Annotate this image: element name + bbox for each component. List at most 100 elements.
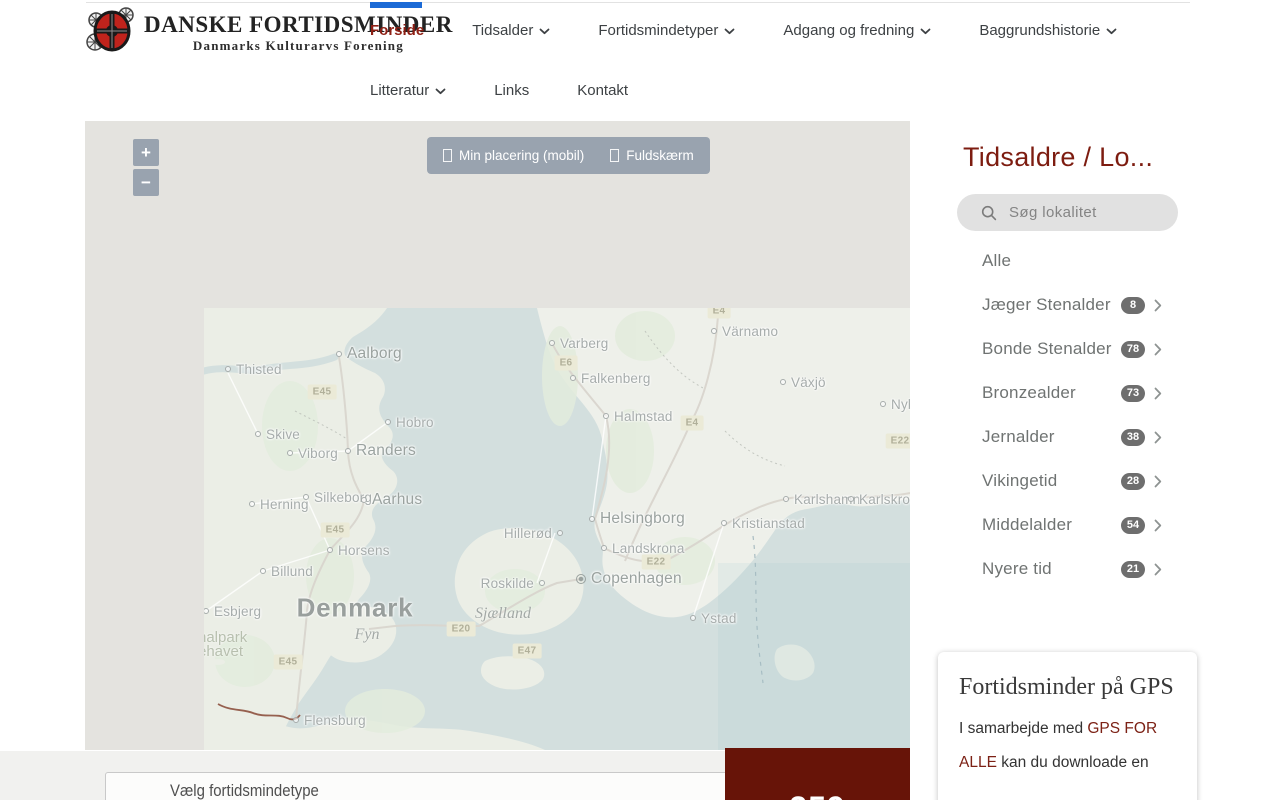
city-name: Copenhagen	[591, 570, 682, 587]
era-item-label: Jernalder	[982, 427, 1055, 446]
nav-item-links[interactable]: Links	[494, 82, 529, 99]
search-input[interactable]	[1007, 203, 1161, 222]
city-name: Karlskrona	[859, 491, 910, 507]
road-badge-e22: E22	[641, 554, 671, 570]
city-marker	[327, 547, 333, 553]
city-marker	[880, 401, 886, 407]
era-count-badge: 8	[1121, 296, 1145, 314]
map-label-randers: Randers	[345, 441, 416, 461]
city-name: Ystad	[701, 610, 737, 626]
nav-item-litteratur[interactable]: Litteratur	[370, 82, 446, 99]
my-location-label: Min placering (mobil)	[459, 148, 585, 163]
map-label-aarhus: Aarhus	[361, 490, 422, 510]
main-nav-row1: Forside Tidsalder Fortidsmindetyper Adgang …	[370, 0, 1117, 60]
nav-item-forside[interactable]: Forside	[370, 22, 424, 39]
city-name: Billund	[271, 563, 313, 579]
city-name: Randers	[356, 442, 416, 459]
nav-item-baggrundshistorie[interactable]: Baggrundshistorie	[979, 22, 1117, 39]
map-label-esbjerg: Esbjerg	[203, 601, 261, 621]
count-box: 259	[725, 748, 910, 800]
map-label-copenhagen: Copenhagen	[576, 569, 682, 589]
city-marker	[287, 450, 293, 456]
nav-item-adgang-og-fredning[interactable]: Adgang og fredning	[783, 22, 931, 39]
road-badge-e47: E47	[512, 643, 542, 659]
city-name: Thisted	[236, 361, 282, 377]
map-label-aalborg: Aalborg	[336, 344, 402, 364]
city-marker	[303, 494, 309, 500]
map-zoom-in-button[interactable]: +	[133, 139, 159, 166]
era-item-label: Middelalder	[982, 515, 1073, 534]
map-label-helsingborg: Helsingborg	[589, 509, 685, 529]
fullscreen-label: Fuldskærm	[626, 148, 694, 163]
map-label-ystad: Ystad	[690, 608, 737, 628]
city-name: Skive	[266, 426, 301, 442]
city-name: Herning	[260, 496, 309, 512]
era-item-bronzealder[interactable]: Bronzealder 73	[982, 371, 1162, 415]
map-container[interactable]: Thisted Aalborg Hobro Skive Viborg Randers Her…	[85, 121, 910, 750]
city-name: Halmstad	[614, 408, 673, 424]
city-marker	[601, 545, 607, 551]
city-name: Hobro	[396, 414, 434, 430]
map-label-hobro: Hobro	[385, 412, 434, 432]
my-location-button[interactable]: Min placering (mobil)	[443, 148, 584, 163]
city-name: Horsens	[338, 542, 390, 558]
map-label-skive: Skive	[255, 424, 300, 444]
chevron-right-icon[interactable]	[1154, 387, 1162, 400]
nav-item-kontakt[interactable]: Kontakt	[577, 82, 628, 99]
map-label-v-xj: Växjö	[780, 372, 826, 392]
nav-item-fortidsmindetyper[interactable]: Fortidsmindetyper	[598, 22, 735, 39]
map-zoom-out-button[interactable]: −	[133, 169, 159, 196]
era-item-nyere-tid[interactable]: Nyere tid 21	[982, 547, 1162, 591]
map-label-v-rnamo: Värnamo	[711, 321, 778, 341]
map-label-fyn: Fyn	[354, 626, 380, 643]
city-marker	[557, 530, 563, 536]
city-marker	[848, 496, 854, 502]
locality-search[interactable]	[957, 194, 1178, 231]
era-item-middelalder[interactable]: Middelalder 54	[982, 503, 1162, 547]
era-list: Alle Jæger Stenalder 8 Bonde Stenalder 78 Bro…	[982, 239, 1162, 591]
era-count-badge: 28	[1121, 472, 1145, 490]
city-name: Esbjerg	[214, 603, 262, 619]
map-label-kristianstad: Kristianstad	[721, 513, 805, 533]
search-icon	[981, 205, 997, 221]
chevron-right-icon[interactable]	[1154, 519, 1162, 532]
chevron-down-icon	[539, 28, 550, 35]
chevron-down-icon	[920, 28, 931, 35]
nav-item-label: Baggrundshistorie	[979, 21, 1101, 39]
city-marker	[293, 717, 299, 723]
era-count-badge: 78	[1121, 340, 1145, 358]
chevron-right-icon[interactable]	[1154, 475, 1162, 488]
fullscreen-button[interactable]: Fuldskærm	[610, 148, 694, 163]
era-item-bonde-stenalder[interactable]: Bonde Stenalder 78	[982, 327, 1162, 371]
city-marker	[260, 568, 266, 574]
city-marker	[385, 419, 391, 425]
chevron-down-icon	[724, 28, 735, 35]
era-item-label: Bronzealder	[982, 383, 1076, 402]
chevron-right-icon[interactable]	[1154, 431, 1162, 444]
era-item-vikingetid[interactable]: Vikingetid 28	[982, 459, 1162, 503]
map-label-karlskrona: Karlskrona	[848, 489, 910, 509]
era-item-j-ger-stenalder[interactable]: Jæger Stenalder 8	[982, 283, 1162, 327]
city-name: Varberg	[560, 335, 609, 351]
road-badge-e45: E45	[307, 384, 337, 400]
city-marker	[345, 448, 351, 454]
map-label-ehavet: ehavet	[198, 643, 244, 660]
city-name: Flensburg	[304, 712, 366, 728]
map-label-sj-lland: Sjælland	[474, 605, 532, 622]
chevron-right-icon[interactable]	[1154, 299, 1162, 312]
road-badge-e20: E20	[446, 621, 476, 637]
map-label-flensburg: Flensburg	[293, 710, 366, 730]
city-marker	[589, 516, 595, 522]
map-button-bar: Min placering (mobil) Fuldskærm	[427, 137, 710, 174]
era-item-jernalder[interactable]: Jernalder 38	[982, 415, 1162, 459]
chevron-right-icon[interactable]	[1154, 563, 1162, 576]
gps-text-after: kan du downloade en	[1001, 754, 1149, 771]
era-item-alle[interactable]: Alle	[982, 239, 1162, 283]
chevron-right-icon[interactable]	[1154, 343, 1162, 356]
road-badge-e22: E22	[885, 433, 910, 449]
city-marker	[361, 497, 367, 503]
city-marker	[780, 379, 786, 385]
nav-item-label: Tidsalder	[472, 21, 534, 39]
gps-card-title: Fortidsminder på GPS	[959, 674, 1174, 700]
nav-item-tidsalder[interactable]: Tidsalder	[472, 22, 550, 39]
